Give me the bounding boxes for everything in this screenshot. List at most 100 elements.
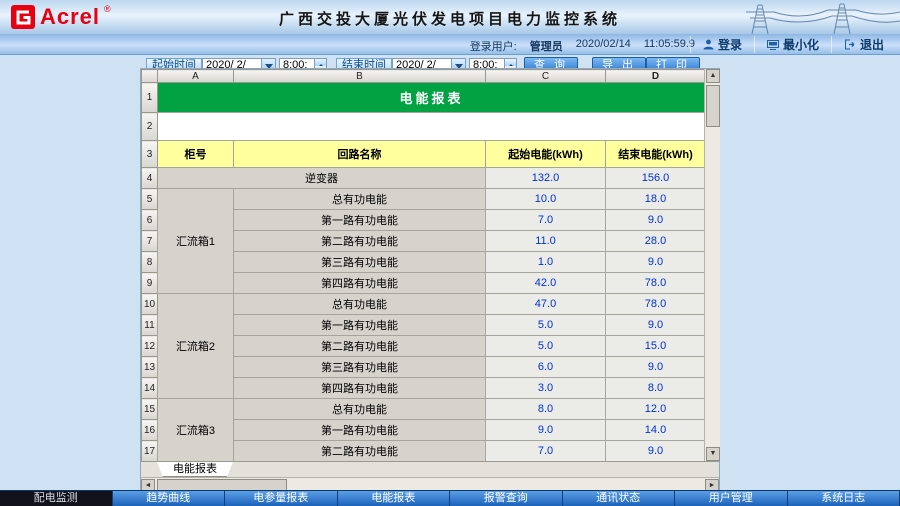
row-header[interactable]: 8 [142, 252, 158, 273]
row-header[interactable]: 7 [142, 231, 158, 252]
minimize-button[interactable]: 最小化 [754, 36, 831, 53]
table-cell[interactable]: 14.0 [606, 420, 706, 441]
table-cell[interactable]: 第一路有功电能 [234, 420, 486, 441]
table-cell[interactable]: 47.0 [486, 294, 606, 315]
table-cell[interactable]: 7.0 [486, 210, 606, 231]
header-circuit[interactable]: 回路名称 [234, 141, 486, 168]
table-cell[interactable]: 78.0 [606, 273, 706, 294]
table-cell[interactable]: 第四路有功电能 [234, 378, 486, 399]
spreadsheet-panel: A B C D 1 电能报表 2 3 柜号 回路名称 起始电能(kWh) 结束电… [140, 68, 720, 490]
sheet-tab-bar: 电能报表 [141, 461, 719, 477]
table-cell[interactable]: 9.0 [606, 357, 706, 378]
table-cell[interactable]: 132.0 [486, 168, 606, 189]
col-header-a[interactable]: A [158, 70, 234, 83]
table-cell[interactable]: 78.0 [606, 294, 706, 315]
col-header-d[interactable]: D [606, 70, 706, 83]
exit-label: 退出 [860, 36, 884, 53]
header-end-energy[interactable]: 结束电能(kWh) [606, 141, 706, 168]
table-cell[interactable]: 12.0 [606, 399, 706, 420]
table-cell[interactable]: 第一路有功电能 [234, 315, 486, 336]
row-header[interactable]: 4 [142, 168, 158, 189]
scroll-up-icon[interactable]: ▲ [706, 69, 720, 83]
row-header[interactable]: 3 [142, 141, 158, 168]
table-cell[interactable]: 第三路有功电能 [234, 357, 486, 378]
row-header[interactable]: 6 [142, 210, 158, 231]
row-header[interactable]: 10 [142, 294, 158, 315]
login-button[interactable]: 登录 [690, 36, 754, 53]
table-row: 10 汇流箱2 总有功电能 47.0 78.0 [142, 294, 706, 315]
nav-user-management[interactable]: 用户管理 [675, 491, 788, 506]
table-cell[interactable]: 第二路有功电能 [234, 336, 486, 357]
table-row: 1 电能报表 [142, 83, 706, 113]
nav-trend-curve[interactable]: 趋势曲线 [113, 491, 226, 506]
table-cell[interactable]: 第二路有功电能 [234, 441, 486, 462]
nav-parameter-report[interactable]: 电参量报表 [225, 491, 338, 506]
row-header[interactable]: 5 [142, 189, 158, 210]
select-all-corner[interactable] [142, 70, 158, 83]
table-cell[interactable]: 第二路有功电能 [234, 231, 486, 252]
exit-button[interactable]: 退出 [831, 36, 896, 53]
current-date: 2020/02/14 [576, 38, 631, 54]
table-cell[interactable]: 15.0 [606, 336, 706, 357]
table-cell[interactable]: 18.0 [606, 189, 706, 210]
header-start-energy[interactable]: 起始电能(kWh) [486, 141, 606, 168]
column-header-row: A B C D [142, 70, 706, 83]
table-cell[interactable]: 42.0 [486, 273, 606, 294]
table-cell[interactable]: 1.0 [486, 252, 606, 273]
table-cell[interactable]: 8.0 [606, 378, 706, 399]
horizontal-scrollbar[interactable]: ◄ ► [141, 477, 719, 491]
table-cell[interactable]: 总有功电能 [234, 189, 486, 210]
table-cell[interactable]: 156.0 [606, 168, 706, 189]
table-cell[interactable]: 9.0 [606, 252, 706, 273]
table-cell[interactable]: 第三路有功电能 [234, 252, 486, 273]
row-header[interactable]: 16 [142, 420, 158, 441]
row-header[interactable]: 14 [142, 378, 158, 399]
table-cell[interactable]: 7.0 [486, 441, 606, 462]
col-header-c[interactable]: C [486, 70, 606, 83]
row-header[interactable]: 2 [142, 113, 158, 141]
table-cell[interactable]: 9.0 [606, 315, 706, 336]
nav-alarm-query[interactable]: 报警查询 [450, 491, 563, 506]
table-cell[interactable]: 28.0 [606, 231, 706, 252]
cell-inverter[interactable]: 逆变器 [158, 168, 486, 189]
cell-group-3[interactable]: 汇流箱3 [158, 399, 234, 462]
header-cabinet[interactable]: 柜号 [158, 141, 234, 168]
vertical-scrollbar[interactable]: ▲ ▼ [704, 69, 720, 461]
blank-cell[interactable] [158, 113, 706, 141]
table-cell[interactable]: 6.0 [486, 357, 606, 378]
col-header-b[interactable]: B [234, 70, 486, 83]
nav-energy-report[interactable]: 电能报表 [338, 491, 451, 506]
report-title-cell[interactable]: 电能报表 [158, 83, 706, 113]
session-actions: 登录 最小化 退出 [690, 35, 896, 54]
row-header[interactable]: 11 [142, 315, 158, 336]
table-cell[interactable]: 第一路有功电能 [234, 210, 486, 231]
cell-group-1[interactable]: 汇流箱1 [158, 189, 234, 294]
table-cell[interactable]: 总有功电能 [234, 294, 486, 315]
row-header[interactable]: 15 [142, 399, 158, 420]
app-header: Acrel ® 广西交投大厦光伏发电项目电力监控系统 [0, 0, 900, 34]
nav-comm-status[interactable]: 通讯状态 [563, 491, 676, 506]
nav-distribution-monitoring[interactable]: 配电监测 [0, 491, 113, 506]
table-cell[interactable]: 5.0 [486, 315, 606, 336]
row-header[interactable]: 17 [142, 441, 158, 462]
table-cell[interactable]: 9.0 [486, 420, 606, 441]
table-cell[interactable]: 9.0 [606, 210, 706, 231]
scroll-down-icon[interactable]: ▼ [706, 447, 720, 461]
table-cell[interactable]: 3.0 [486, 378, 606, 399]
table-cell[interactable]: 9.0 [606, 441, 706, 462]
row-header[interactable]: 9 [142, 273, 158, 294]
tab-energy-report[interactable]: 电能报表 [157, 462, 233, 477]
vertical-scroll-thumb[interactable] [706, 85, 720, 127]
row-header[interactable]: 12 [142, 336, 158, 357]
cell-group-2[interactable]: 汇流箱2 [158, 294, 234, 399]
table-cell[interactable]: 10.0 [486, 189, 606, 210]
table-cell[interactable]: 8.0 [486, 399, 606, 420]
exit-icon [844, 39, 856, 50]
table-cell[interactable]: 第四路有功电能 [234, 273, 486, 294]
table-cell[interactable]: 5.0 [486, 336, 606, 357]
row-header[interactable]: 1 [142, 83, 158, 113]
row-header[interactable]: 13 [142, 357, 158, 378]
table-cell[interactable]: 11.0 [486, 231, 606, 252]
table-cell[interactable]: 总有功电能 [234, 399, 486, 420]
nav-system-log[interactable]: 系统日志 [788, 491, 900, 506]
